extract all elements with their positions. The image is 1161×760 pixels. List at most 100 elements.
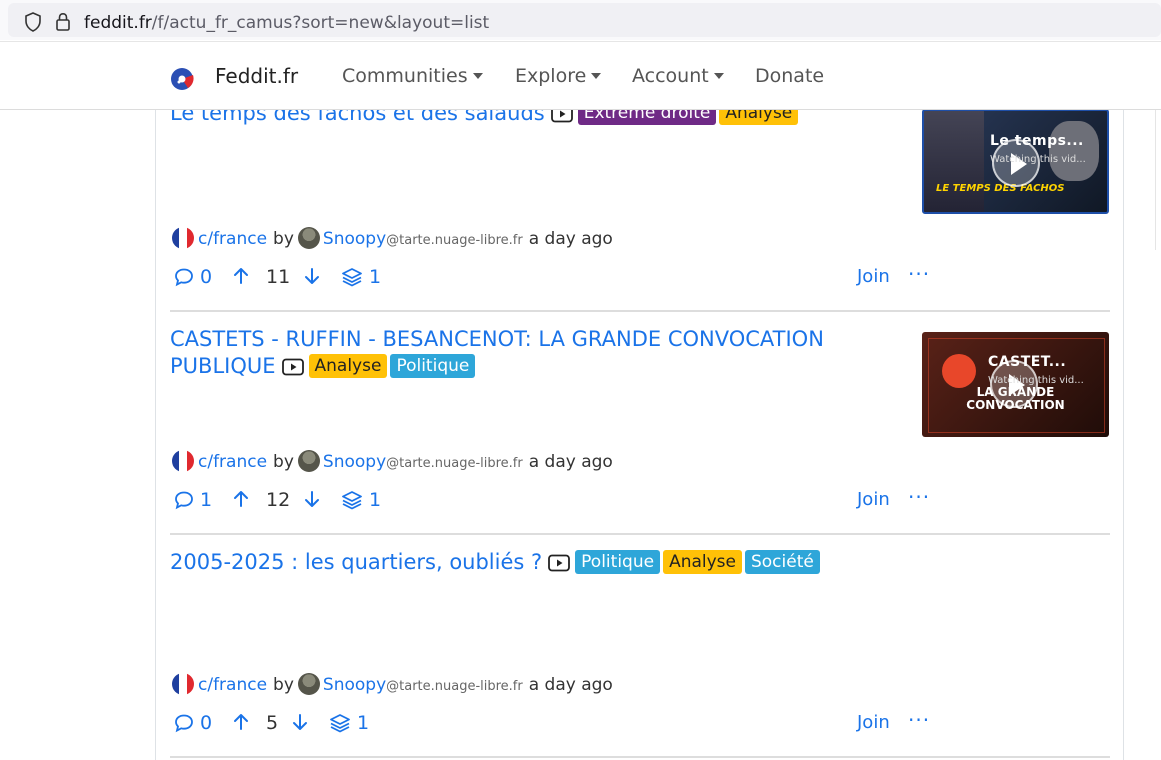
nav-communities-label: Communities [342,65,468,87]
post-thumbnail[interactable]: LE TEMPS DES FACHOS Le temps... Watching… [922,109,1109,214]
comment-count: 0 [200,266,213,288]
site-navbar: Feddit.fr Communities Explore Account Do… [0,41,1161,110]
post-meta: c/france by Snoopy@tarte.nuage-libre.fr a d… [172,227,613,249]
scrollbar-track[interactable] [1155,100,1161,250]
post-thumbnail[interactable]: LA GRANDE CONVOCATION CASTET... Watching … [922,332,1109,437]
post-title-link[interactable]: 2005-2025 : les quartiers, oubliés ? [170,550,542,574]
more-options-icon[interactable]: ··· [908,262,930,286]
user-avatar [297,227,320,249]
layers-icon [342,268,362,287]
score-value: 11 [266,266,291,288]
nav-account-dropdown[interactable]: Account [632,65,724,87]
post-title: CASTETS - RUFFIN - BESANCENOT: LA GRANDE… [170,326,910,380]
by-label: by [273,675,294,695]
url-path: /f/actu_fr_camus?sort=new&layout=list [151,13,490,33]
tag-badge[interactable]: Société [744,550,820,574]
score: 11 [266,266,290,288]
arrow-down-icon [305,491,319,507]
divider [170,310,1110,312]
thumbnail-caption: LE TEMPS DES FACHOS [936,183,1065,194]
score-value: 12 [266,489,291,511]
user-link[interactable]: Snoopy [323,452,386,472]
post-title-link[interactable]: Le temps des fachos et des salauds [170,108,545,125]
nav-explore-label: Explore [515,65,587,87]
thumbnail-title: Le temps... [990,133,1084,149]
arrow-down-icon [293,714,307,730]
post-list: Le temps des fachos et des salauds Extrêm… [155,108,1124,760]
france-flag-icon [172,227,194,249]
post-title-link[interactable]: CASTETS - RUFFIN - BESANCENOT: LA GRANDE… [170,327,824,378]
downvote-button[interactable] [302,489,322,509]
post-item: 2005-2025 : les quartiers, oubliés ? Poli… [156,549,1123,760]
nav-donate-link[interactable]: Donate [755,65,824,87]
brand-name[interactable]: Feddit.fr [215,64,298,88]
nav-account-label: Account [632,65,709,87]
user-avatar [297,450,320,472]
more-options-icon[interactable]: ··· [908,485,930,509]
arrow-down-icon [305,268,319,284]
crosspost-count: 1 [369,266,382,288]
crosspost-count: 1 [357,712,370,734]
arrow-up-icon [234,491,248,507]
post-time: a day ago [528,229,613,249]
post-title: 2005-2025 : les quartiers, oubliés ? Poli… [170,549,910,576]
feddit-logo-icon[interactable] [170,67,194,91]
shield-icon[interactable] [24,12,42,32]
thumbnail-title: CASTET... [988,354,1067,370]
community-link[interactable]: c/france [198,452,267,472]
upvote-button[interactable] [231,489,251,509]
crossposts-button[interactable]: 1 [341,489,381,511]
tag-badge[interactable]: Analyse [308,354,388,378]
thumbnail-image [1049,121,1099,181]
comments-button[interactable]: 1 [174,489,212,511]
comment-icon [175,268,193,287]
thumbnail-image [924,111,984,212]
nav-communities-dropdown[interactable]: Communities [342,65,483,87]
downvote-button[interactable] [302,266,322,286]
upvote-button[interactable] [231,712,251,732]
crossposts-button[interactable]: 1 [329,712,369,734]
tag-badge[interactable]: Politique [390,354,476,378]
layers-icon [330,714,350,733]
tag-badge[interactable]: Analyse [663,550,742,574]
community-link[interactable]: c/france [198,229,267,249]
caret-down-icon [472,73,483,79]
url-domain: feddit.fr [84,13,152,33]
community-link[interactable]: c/france [198,675,267,695]
more-options-icon[interactable]: ··· [908,708,930,732]
join-button[interactable]: Join [857,712,890,733]
divider [170,756,1110,758]
tag-badge[interactable]: Analyse [719,108,799,125]
lock-icon[interactable] [55,12,71,32]
join-button[interactable]: Join [857,489,890,510]
tag-badge[interactable]: Politique [575,550,661,574]
crossposts-button[interactable]: 1 [341,266,381,288]
post-item: Le temps des fachos et des salauds Extrêm… [156,108,1123,318]
score: 5 [266,712,278,734]
video-icon [548,554,571,572]
browser-address-bar: feddit.fr/f/actu_fr_camus?sort=new&layou… [0,0,1161,40]
nav-explore-dropdown[interactable]: Explore [515,65,602,87]
url-field[interactable]: feddit.fr/f/actu_fr_camus?sort=new&layou… [8,3,1161,37]
caret-down-icon [591,73,602,79]
upvote-button[interactable] [231,266,251,286]
url-text: feddit.fr/f/actu_fr_camus?sort=new&layou… [84,12,489,34]
layers-icon [342,491,362,510]
arrow-up-icon [234,714,248,730]
divider [170,533,1110,535]
comment-count: 1 [200,489,213,511]
comments-button[interactable]: 0 [174,266,212,288]
downvote-button[interactable] [290,712,310,732]
join-button[interactable]: Join [857,266,890,287]
user-link[interactable]: Snoopy [323,229,386,249]
video-icon [281,358,304,376]
score-value: 5 [266,712,279,734]
caret-down-icon [713,73,724,79]
comments-button[interactable]: 0 [174,712,212,734]
user-link[interactable]: Snoopy [323,675,386,695]
comment-count: 0 [200,712,213,734]
by-label: by [273,452,294,472]
user-instance: @tarte.nuage-libre.fr [386,456,523,471]
video-icon [550,108,573,123]
tag-badge[interactable]: Extrême droite [577,108,717,125]
